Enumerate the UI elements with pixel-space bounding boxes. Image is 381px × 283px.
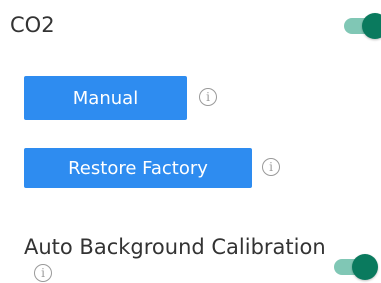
auto-background-calibration-toggle-switch[interactable] [334, 254, 378, 280]
co2-label: CO2 [10, 13, 55, 37]
manual-info-icon[interactable]: i [199, 88, 217, 106]
co2-settings-panel: CO2 Manual i Restore Factory i Auto Back… [0, 0, 381, 283]
auto-background-calibration-label: Auto Background Calibration [24, 235, 326, 259]
restore-factory-button[interactable]: Restore Factory [24, 148, 252, 188]
co2-toggle-knob [362, 13, 381, 39]
restore-factory-info-icon[interactable]: i [262, 158, 280, 176]
co2-toggle-switch[interactable] [344, 13, 381, 39]
manual-calibration-button[interactable]: Manual [24, 76, 187, 120]
auto-background-calibration-toggle-knob [352, 254, 378, 280]
auto-background-calibration-info-icon[interactable]: i [34, 264, 52, 282]
